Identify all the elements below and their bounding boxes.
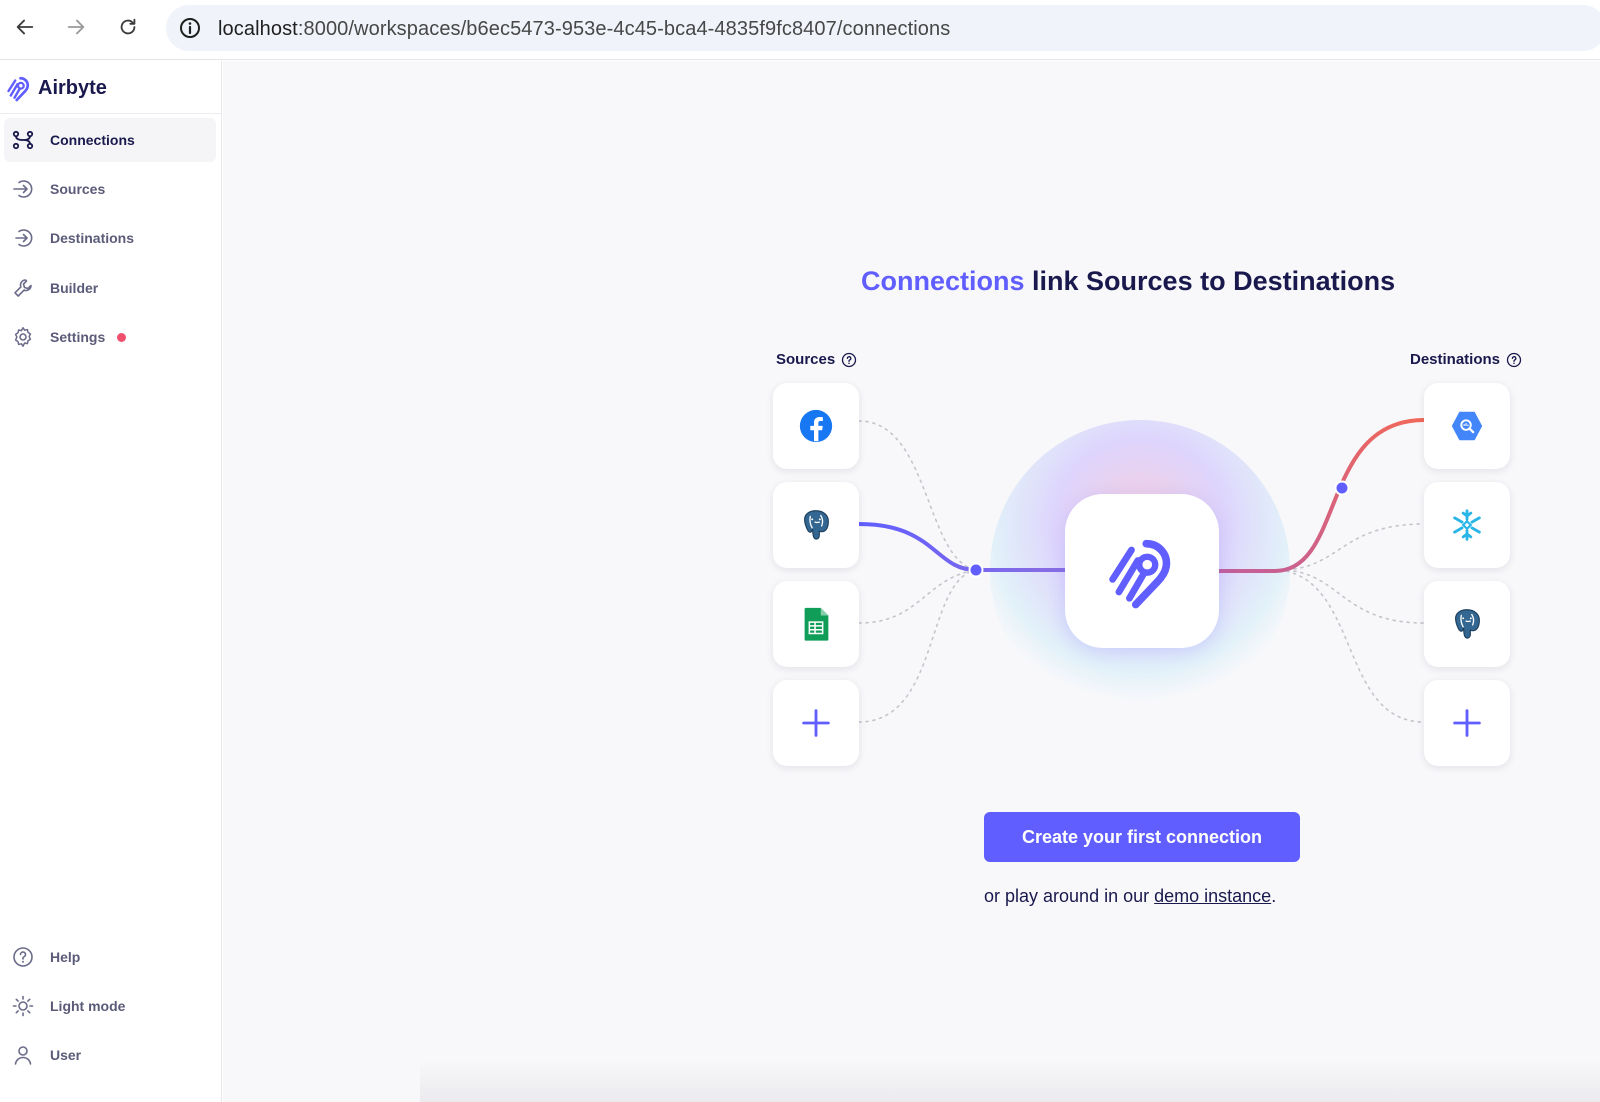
help-icon[interactable]	[841, 352, 857, 368]
sidebar-divider	[0, 113, 222, 114]
plus-icon	[1453, 709, 1481, 737]
source-tile-facebook[interactable]	[773, 383, 859, 469]
sidebar-item-label: Light mode	[50, 998, 126, 1014]
address-bar[interactable]: localhost:8000/workspaces/b6ec5473-953e-…	[166, 5, 1600, 51]
sources-label-text: Sources	[776, 351, 836, 368]
destination-arrow-icon	[10, 225, 36, 251]
add-destination-tile[interactable]	[1424, 680, 1510, 766]
notification-badge	[117, 332, 127, 342]
demo-prefix: or play around in our	[984, 886, 1155, 906]
source-arrow-icon	[10, 176, 36, 202]
destinations-label-text: Destinations	[1410, 351, 1501, 368]
browser-toolbar: localhost:8000/workspaces/b6ec5473-953e-…	[0, 0, 1600, 60]
sidebar-item-settings[interactable]: Settings	[4, 315, 216, 359]
source-tile-google-sheets[interactable]	[773, 581, 859, 667]
plus-icon	[802, 709, 830, 737]
sidebar: Airbyte Connections Sources Destinations…	[0, 61, 222, 1102]
sidebar-item-connections[interactable]: Connections	[4, 118, 216, 162]
facebook-icon	[799, 409, 833, 443]
sidebar-item-label: Connections	[50, 132, 135, 148]
back-arrow-icon[interactable]	[10, 12, 40, 42]
google-sheets-icon	[804, 607, 829, 641]
help-icon[interactable]	[1506, 352, 1522, 368]
snowflake-icon	[1453, 509, 1481, 541]
airbyte-logo-icon	[1109, 539, 1171, 609]
url-text[interactable]: localhost:8000/workspaces/b6ec5473-953e-…	[218, 18, 950, 41]
url-host: localhost	[218, 18, 298, 40]
page-title: Connections link Sources to Destinations	[861, 266, 1421, 297]
sidebar-item-user[interactable]: User	[4, 1033, 216, 1077]
info-icon[interactable]	[178, 16, 202, 40]
page-title-rest: link Sources to Destinations	[1024, 266, 1396, 296]
sidebar-item-sources[interactable]: Sources	[4, 167, 216, 211]
sidebar-item-light-mode[interactable]: Light mode	[4, 984, 216, 1028]
demo-instance-text: or play around in our demo instance.	[984, 886, 1276, 907]
sidebar-item-label: Settings	[50, 329, 106, 345]
source-tile-postgres[interactable]	[773, 482, 859, 568]
sources-label: Sources	[776, 351, 857, 368]
connections-icon	[10, 127, 36, 153]
airbyte-hub	[1065, 494, 1219, 648]
sidebar-item-label: Sources	[50, 181, 106, 197]
gear-icon	[10, 324, 36, 350]
brand-logo[interactable]: Airbyte	[4, 73, 107, 103]
bottom-shadow	[420, 1060, 1600, 1102]
destination-tile-postgres[interactable]	[1424, 581, 1510, 667]
main-content	[223, 61, 1600, 1102]
destination-tile-bigquery[interactable]	[1424, 383, 1510, 469]
sun-icon	[10, 993, 36, 1019]
wrench-icon	[10, 275, 36, 301]
postgres-icon	[804, 510, 829, 540]
sidebar-item-label: Help	[50, 949, 81, 965]
reload-icon[interactable]	[113, 12, 143, 42]
sidebar-item-label: Builder	[50, 280, 99, 296]
add-source-tile[interactable]	[773, 680, 859, 766]
forward-arrow-icon[interactable]	[61, 12, 91, 42]
bigquery-icon	[1451, 411, 1483, 441]
user-icon	[10, 1042, 36, 1068]
sidebar-item-help[interactable]: Help	[4, 935, 216, 979]
airbyte-logo-icon	[7, 76, 30, 102]
sidebar-item-destinations[interactable]: Destinations	[4, 216, 216, 260]
create-first-connection-button[interactable]: Create your first connection	[984, 812, 1300, 862]
sidebar-item-label: Destinations	[50, 230, 135, 246]
postgres-icon	[1455, 609, 1480, 639]
url-path: :8000/workspaces/b6ec5473-953e-4c45-bca4…	[297, 18, 951, 40]
help-icon	[10, 944, 36, 970]
demo-suffix: .	[1271, 886, 1277, 906]
brand-name: Airbyte	[38, 76, 107, 99]
page-title-accent: Connections	[861, 266, 1025, 296]
destinations-label: Destinations	[1410, 351, 1522, 368]
sidebar-item-builder[interactable]: Builder	[4, 266, 216, 310]
destination-tile-snowflake[interactable]	[1424, 482, 1510, 568]
sidebar-item-label: User	[50, 1047, 82, 1063]
demo-instance-link[interactable]: demo instance	[1154, 886, 1271, 906]
